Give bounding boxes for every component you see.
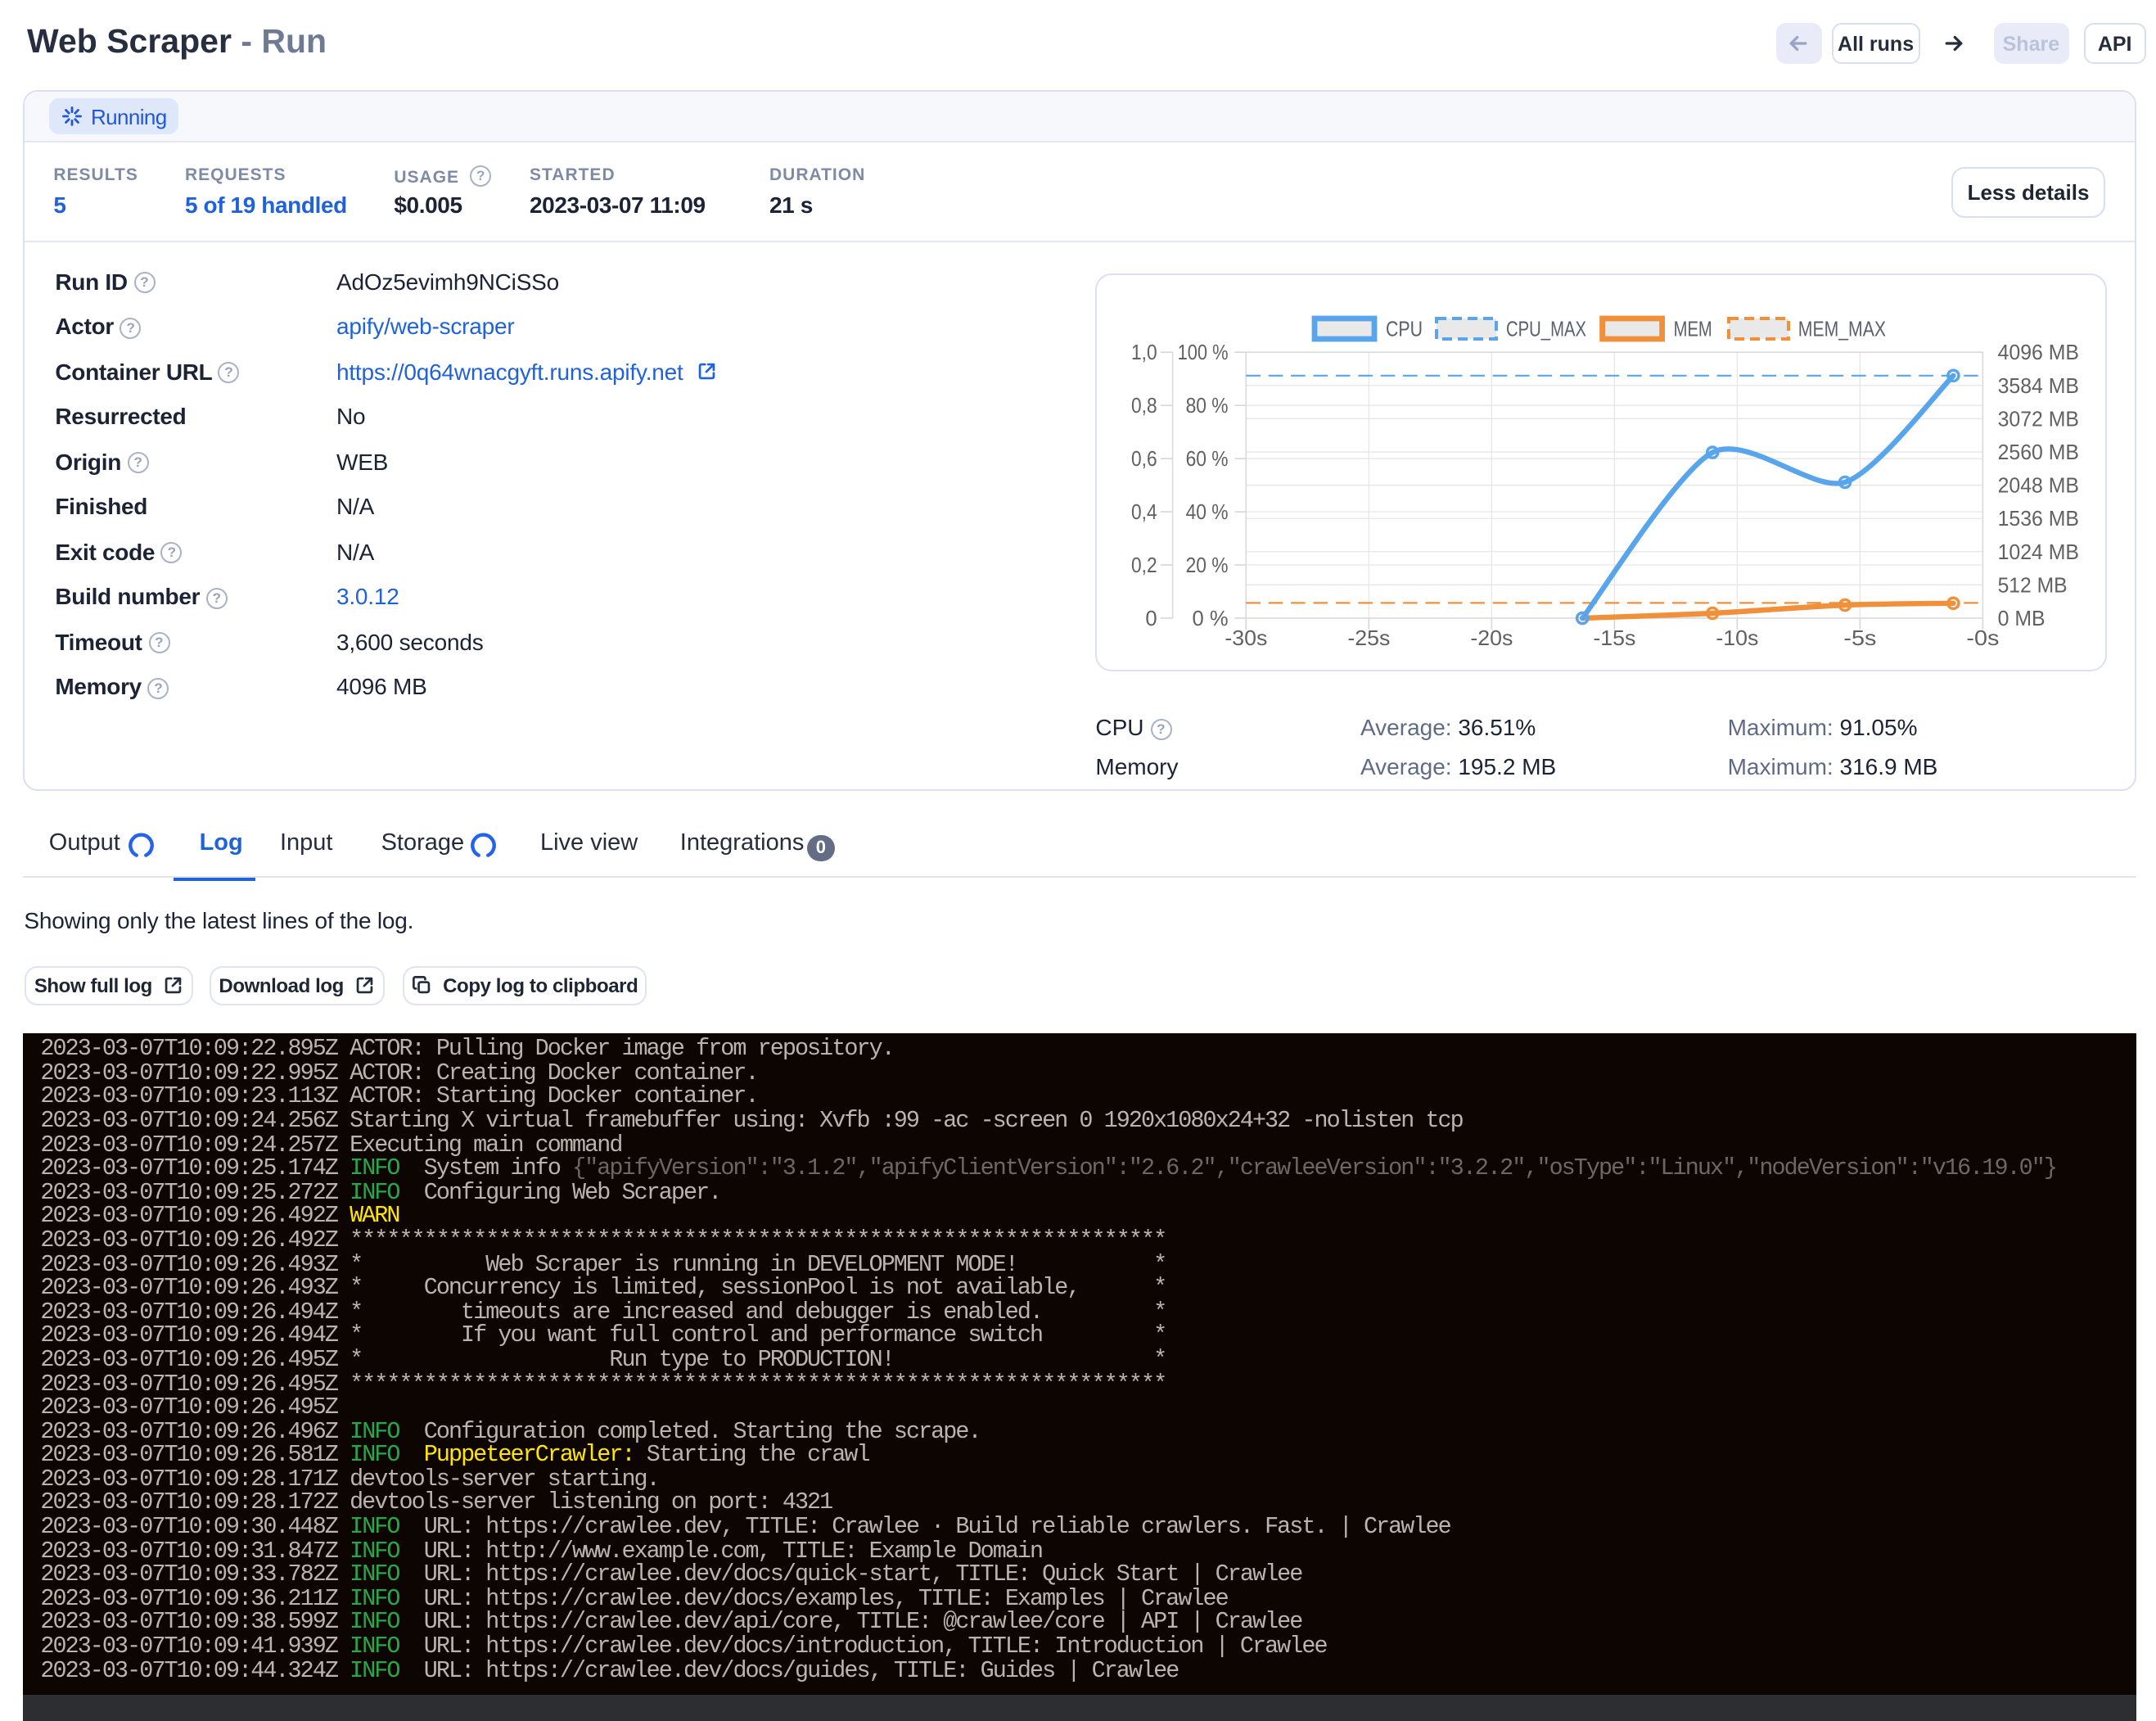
svg-text:-30s: -30s: [1225, 627, 1268, 650]
svg-text:80 %: 80 %: [1186, 395, 1229, 418]
svg-text:512 MB: 512 MB: [1998, 574, 2068, 597]
svg-text:0 MB: 0 MB: [1998, 608, 2045, 630]
svg-text:0: 0: [1146, 608, 1157, 630]
svg-text:40 %: 40 %: [1186, 501, 1229, 524]
svg-text:1024 MB: 1024 MB: [1998, 541, 2079, 564]
svg-text:60 %: 60 %: [1186, 448, 1229, 471]
svg-text:-5s: -5s: [1844, 627, 1877, 650]
svg-text:MEM: MEM: [1674, 317, 1712, 341]
svg-text:2048 MB: 2048 MB: [1998, 475, 2079, 498]
svg-text:-25s: -25s: [1348, 627, 1391, 650]
svg-text:0,8: 0,8: [1131, 395, 1157, 418]
svg-text:0 %: 0 %: [1193, 608, 1229, 630]
svg-text:-0s: -0s: [1967, 627, 2000, 650]
svg-text:-20s: -20s: [1471, 627, 1513, 650]
svg-text:-10s: -10s: [1716, 627, 1759, 650]
svg-text:3072 MB: 3072 MB: [1998, 408, 2079, 431]
svg-text:3584 MB: 3584 MB: [1998, 375, 2079, 398]
svg-text:MEM_MAX: MEM_MAX: [1798, 317, 1886, 341]
svg-text:CPU: CPU: [1386, 317, 1423, 341]
svg-text:-15s: -15s: [1594, 627, 1636, 650]
svg-text:1536 MB: 1536 MB: [1998, 508, 2079, 531]
svg-text:0,6: 0,6: [1131, 448, 1157, 471]
svg-text:0,4: 0,4: [1131, 501, 1157, 524]
svg-text:CPU_MAX: CPU_MAX: [1506, 317, 1586, 341]
svg-text:1,0: 1,0: [1131, 341, 1157, 364]
svg-text:20 %: 20 %: [1186, 554, 1229, 577]
svg-text:0,2: 0,2: [1131, 554, 1157, 577]
svg-text:2560 MB: 2560 MB: [1998, 441, 2079, 464]
svg-text:100 %: 100 %: [1178, 341, 1229, 364]
svg-text:4096 MB: 4096 MB: [1998, 341, 2079, 364]
